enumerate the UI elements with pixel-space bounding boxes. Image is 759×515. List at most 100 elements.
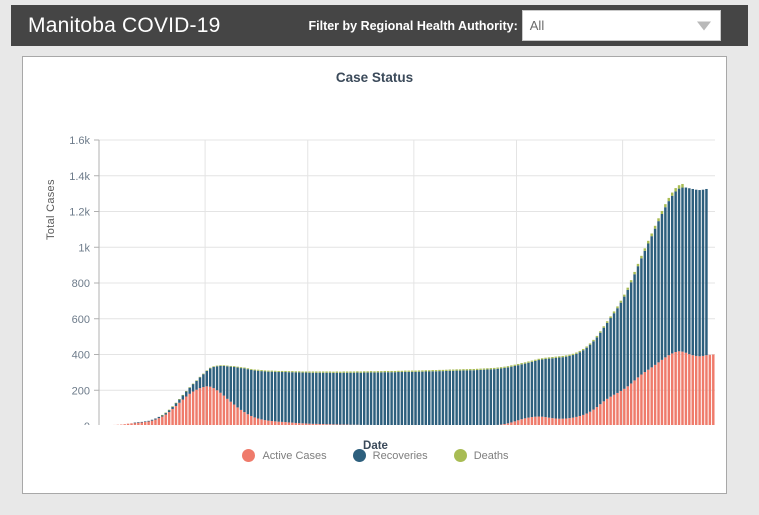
- bar-segment[interactable]: [315, 423, 318, 425]
- bar-segment[interactable]: [472, 368, 475, 371]
- bar-segment[interactable]: [181, 395, 185, 400]
- bar-segment[interactable]: [551, 418, 554, 425]
- bar-segment[interactable]: [287, 371, 291, 373]
- bar-segment[interactable]: [677, 185, 681, 189]
- bar-segment[interactable]: [191, 383, 195, 385]
- chevron-down-icon[interactable]: [696, 21, 711, 30]
- bar-segment[interactable]: [582, 414, 585, 425]
- bar-segment[interactable]: [585, 413, 588, 425]
- bar-segment[interactable]: [623, 388, 626, 425]
- bar-segment[interactable]: [219, 365, 222, 366]
- bar-segment[interactable]: [650, 367, 653, 425]
- bar-segment[interactable]: [588, 344, 592, 412]
- bar-segment[interactable]: [291, 372, 294, 423]
- bar-segment[interactable]: [397, 372, 400, 425]
- bar-segment[interactable]: [657, 221, 660, 363]
- bar-segment[interactable]: [626, 386, 629, 425]
- bar-segment[interactable]: [229, 366, 232, 402]
- bar-segment[interactable]: [195, 389, 198, 425]
- bar-segment[interactable]: [325, 371, 328, 373]
- bar-segment[interactable]: [335, 372, 339, 425]
- bar-segment[interactable]: [352, 372, 356, 425]
- bar-segment[interactable]: [167, 412, 171, 425]
- bar-segment[interactable]: [691, 188, 694, 356]
- bar-segment[interactable]: [499, 368, 503, 425]
- bar-segment[interactable]: [208, 368, 212, 387]
- bar-segment[interactable]: [246, 369, 250, 415]
- bar-segment[interactable]: [386, 370, 390, 373]
- bar-segment[interactable]: [506, 366, 510, 368]
- bar-segment[interactable]: [263, 370, 267, 372]
- bar-segment[interactable]: [489, 369, 493, 425]
- bar-segment[interactable]: [267, 370, 270, 372]
- bar-segment[interactable]: [304, 372, 308, 424]
- bar-segment[interactable]: [585, 347, 588, 414]
- bar-segment[interactable]: [592, 409, 595, 425]
- bar-segment[interactable]: [349, 372, 352, 425]
- bar-segment[interactable]: [513, 364, 517, 366]
- bar-segment[interactable]: [226, 366, 229, 399]
- bar-segment[interactable]: [571, 355, 575, 418]
- bar-segment[interactable]: [202, 373, 205, 375]
- bar-segment[interactable]: [640, 255, 643, 259]
- bar-segment[interactable]: [123, 424, 126, 425]
- bar-segment[interactable]: [154, 418, 157, 420]
- bar-segment[interactable]: [558, 357, 561, 419]
- bar-segment[interactable]: [280, 421, 284, 425]
- bar-segment[interactable]: [284, 422, 287, 425]
- bar-segment[interactable]: [660, 210, 664, 215]
- bar-segment[interactable]: [304, 371, 308, 373]
- bar-segment[interactable]: [226, 365, 229, 367]
- bar-segment[interactable]: [664, 207, 667, 358]
- bar-segment[interactable]: [677, 351, 681, 425]
- bar-segment[interactable]: [626, 287, 629, 290]
- bar-segment[interactable]: [277, 421, 280, 425]
- bar-segment[interactable]: [636, 377, 640, 425]
- bar-segment[interactable]: [554, 418, 558, 425]
- bar-segment[interactable]: [287, 422, 291, 425]
- bar-segment[interactable]: [188, 393, 191, 425]
- bar-segment[interactable]: [260, 419, 263, 425]
- bar-segment[interactable]: [650, 236, 653, 368]
- bar-segment[interactable]: [321, 371, 325, 373]
- bar-segment[interactable]: [339, 372, 342, 425]
- bar-segment[interactable]: [267, 371, 270, 421]
- bar-segment[interactable]: [342, 372, 345, 425]
- bar-segment[interactable]: [421, 370, 424, 372]
- bar-segment[interactable]: [530, 417, 534, 425]
- bar-segment[interactable]: [215, 390, 219, 425]
- bar-segment[interactable]: [441, 371, 445, 425]
- bar-segment[interactable]: [239, 367, 243, 369]
- bar-segment[interactable]: [434, 371, 438, 425]
- bar-segment[interactable]: [554, 357, 558, 419]
- bar-segment[interactable]: [202, 387, 205, 425]
- bar-segment[interactable]: [161, 416, 164, 425]
- bar-segment[interactable]: [140, 421, 144, 423]
- bar-segment[interactable]: [619, 302, 623, 391]
- bar-segment[interactable]: [404, 371, 407, 425]
- bar-segment[interactable]: [191, 383, 195, 392]
- bar-segment[interactable]: [547, 417, 551, 425]
- bar-segment[interactable]: [188, 387, 191, 388]
- bar-segment[interactable]: [558, 418, 561, 425]
- bar-segment[interactable]: [208, 386, 212, 425]
- bar-segment[interactable]: [496, 368, 499, 425]
- bar-segment[interactable]: [554, 356, 558, 358]
- bar-segment[interactable]: [540, 358, 544, 360]
- bar-segment[interactable]: [479, 368, 482, 370]
- bar-segment[interactable]: [383, 370, 386, 373]
- bar-segment[interactable]: [537, 360, 540, 417]
- bar-segment[interactable]: [229, 365, 232, 367]
- bar-segment[interactable]: [232, 404, 236, 425]
- bar-segment[interactable]: [445, 370, 448, 425]
- bar-segment[interactable]: [308, 371, 311, 373]
- bar-segment[interactable]: [304, 423, 308, 425]
- bar-segment[interactable]: [670, 192, 674, 196]
- bar-segment[interactable]: [232, 367, 236, 405]
- bar-segment[interactable]: [486, 368, 489, 370]
- bar-segment[interactable]: [633, 380, 636, 425]
- bar-segment[interactable]: [561, 418, 564, 425]
- legend-item[interactable]: Deaths: [453, 449, 509, 462]
- bar-segment[interactable]: [185, 396, 188, 425]
- bar-segment[interactable]: [250, 368, 253, 370]
